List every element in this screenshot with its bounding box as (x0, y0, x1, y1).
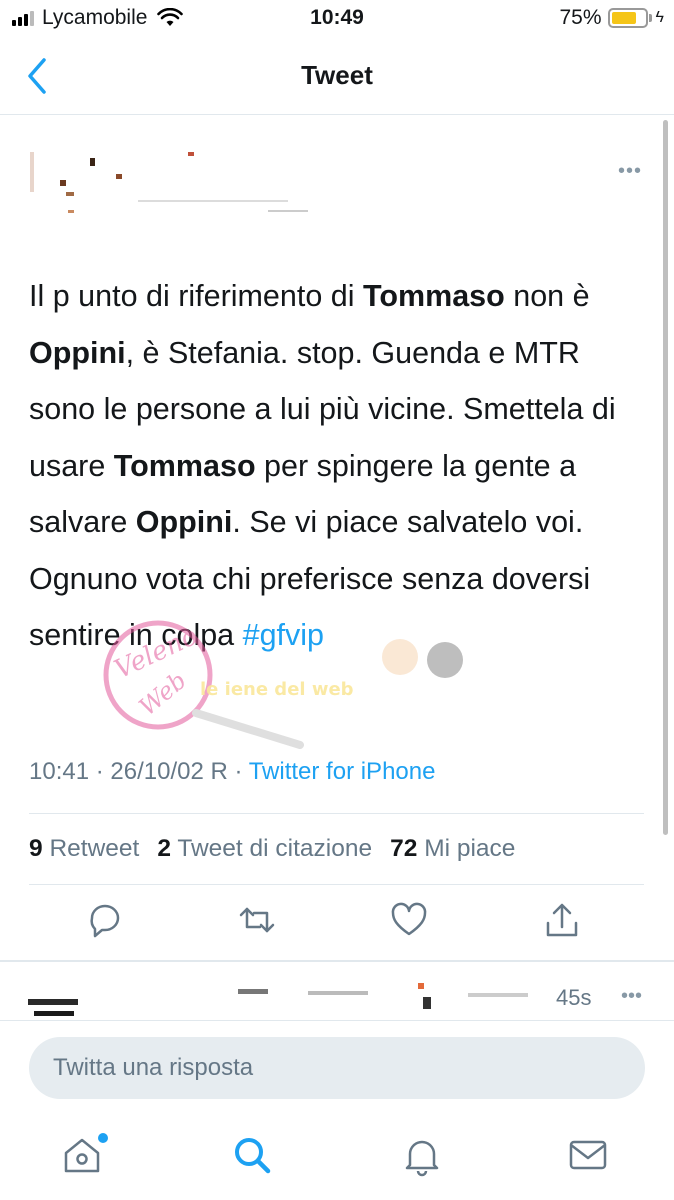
reply-button[interactable] (86, 901, 130, 945)
quotes-label: Tweet di citazione (177, 835, 373, 862)
more-horizontal-icon: ••• (617, 160, 642, 182)
tweet-text-part: non è (504, 279, 590, 313)
tweet-text-bold: Oppini (135, 505, 233, 539)
tweet-text-part: Il p (29, 279, 70, 313)
redacted-author (30, 152, 308, 213)
battery-icon (607, 8, 648, 28)
hashtag-link[interactable]: #gfvip (243, 618, 324, 652)
reply-preview-time: 45s (556, 985, 591, 1010)
likes-label: Mi piace (424, 835, 516, 862)
tab-home[interactable] (60, 1133, 110, 1183)
battery: 75% ϟ (560, 6, 665, 30)
more-horizontal-icon: ••• (620, 985, 642, 1007)
likes-count: 72 (390, 835, 418, 862)
reply-more-button[interactable]: ••• (621, 985, 642, 1008)
tweet-text-bold: Tommaso (362, 279, 505, 313)
status-bar: Lycamobile 10:49 75% ϟ (0, 0, 674, 40)
retweet-button[interactable] (238, 901, 282, 945)
tweet-stats: 9 Retweet 2 Tweet di citazione 72 Mi pia… (29, 835, 515, 863)
notification-dot (98, 1133, 108, 1143)
tweet-text: Il p unto di riferimento di Tommaso non … (29, 268, 649, 664)
bell-icon (405, 1140, 439, 1177)
heart-icon (391, 902, 427, 936)
nav-bar: Tweet (0, 40, 674, 115)
search-icon (235, 1138, 271, 1174)
retweets-label: Retweet (49, 835, 140, 862)
tweet-text-part: unto di riferimento di (78, 279, 363, 313)
like-button[interactable] (390, 901, 434, 945)
charging-icon: ϟ (655, 9, 664, 26)
reply-input[interactable] (29, 1037, 645, 1099)
tab-search[interactable] (230, 1133, 280, 1183)
battery-percent: 75% (559, 6, 602, 29)
retweet-icon (239, 907, 275, 933)
reply-bar (0, 1020, 674, 1115)
quotes-stat[interactable]: 2 Tweet di citazione (157, 835, 372, 863)
page-title: Tweet (301, 60, 373, 90)
divider (29, 884, 644, 885)
tab-notifications[interactable] (400, 1133, 450, 1183)
tab-bar (0, 1115, 674, 1200)
divider (29, 813, 644, 814)
svg-text:le iene del web: le iene del web (200, 679, 354, 700)
scrollbar[interactable] (663, 120, 668, 835)
likes-stat[interactable]: 72 Mi piace (390, 835, 515, 863)
tweet-source-link[interactable]: Twitter for iPhone (249, 758, 436, 785)
quotes-count: 2 (157, 835, 171, 862)
reply-icon (90, 904, 120, 938)
tab-messages[interactable] (566, 1133, 616, 1183)
mail-icon (569, 1140, 607, 1170)
tweet-timestamp: 10:41 · 26/10/02 R · (29, 758, 249, 785)
tweet-text-bold: Tommaso (113, 448, 256, 483)
tweet-text-bold: Oppini (29, 335, 126, 370)
share-button[interactable] (543, 901, 587, 945)
tweet-actions (0, 895, 674, 955)
retweets-stat[interactable]: 9 Retweet (29, 835, 139, 863)
more-options-button[interactable]: ••• (618, 160, 642, 183)
svg-text:Web: Web (134, 666, 192, 721)
divider (0, 960, 674, 962)
share-icon (546, 903, 578, 937)
redacted-reply-preview: 45s (28, 983, 591, 1016)
tweet-meta: 10:41 · 26/10/02 R · Twitter for iPhone (29, 758, 435, 786)
retweets-count: 9 (29, 835, 43, 862)
